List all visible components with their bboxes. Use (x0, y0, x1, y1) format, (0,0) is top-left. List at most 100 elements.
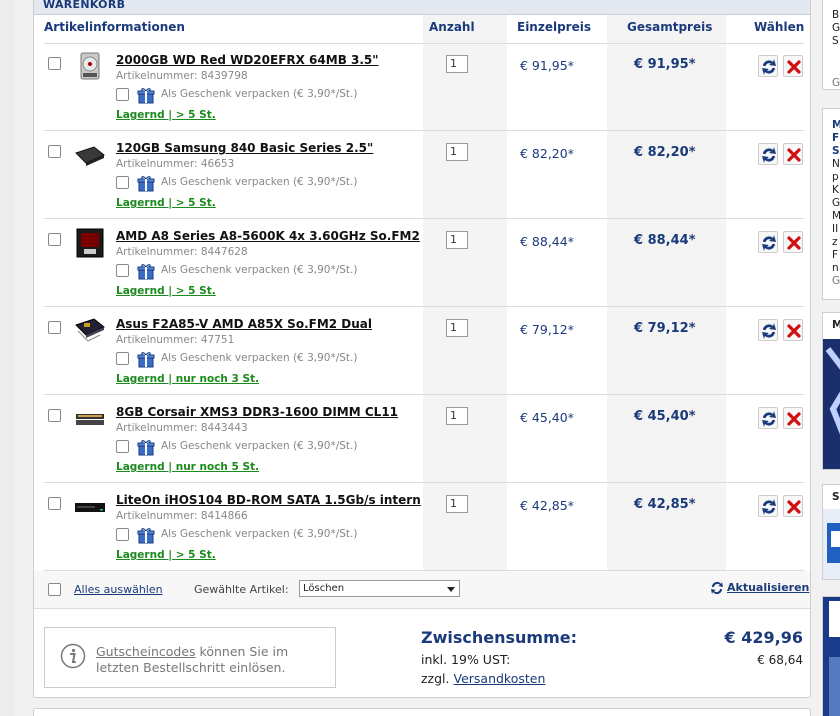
item-select-checkbox[interactable] (48, 145, 61, 158)
gift-icon (137, 174, 155, 196)
sidebar-text: p (832, 171, 839, 183)
total-price: € 79,12* (634, 321, 696, 336)
update-item-button[interactable] (758, 143, 778, 165)
gift-wrap-checkbox[interactable] (116, 176, 129, 189)
quantity-input[interactable]: 1 (446, 407, 468, 425)
sidebar-text: G (832, 275, 840, 287)
voucher-text: Gutscheincodes können Sie im letzten Bes… (96, 644, 289, 675)
voucher-codes-link[interactable]: Gutscheincodes (96, 644, 196, 659)
table-row: 8GB Corsair XMS3 DDR3-1600 DIMM CL11 Art… (44, 395, 804, 483)
cart-footer-bar: Alles auswählen Gewählte Artikel: Lösche… (34, 571, 810, 609)
product-thumbnail[interactable] (74, 403, 106, 435)
stock-status-link[interactable]: Lagernd | nur noch 5 St. (116, 461, 259, 473)
gift-wrap-checkbox[interactable] (116, 352, 129, 365)
select-all-checkbox[interactable] (48, 583, 61, 596)
gift-wrap-checkbox[interactable] (116, 528, 129, 541)
select-all-link[interactable]: Alles auswählen (74, 583, 163, 596)
unit-price: € 82,20* (520, 146, 574, 161)
product-thumbnail[interactable] (74, 491, 106, 523)
gift-wrap-checkbox[interactable] (116, 440, 129, 453)
sidebar-box-5 (822, 596, 840, 716)
item-select-checkbox[interactable] (48, 497, 61, 510)
sidebar-text: K (832, 184, 839, 196)
sidebar-box-2: MFSNpKGMIIzFnG (822, 108, 840, 300)
stock-status-link[interactable]: Lagernd | > 5 St. (116, 197, 216, 209)
update-item-button[interactable] (758, 231, 778, 253)
table-row: AMD A8 Series A8-5600K 4x 3.60GHz So.FM2… (44, 219, 804, 307)
delete-item-button[interactable] (783, 319, 803, 341)
delete-item-button[interactable] (783, 55, 803, 77)
stock-status-link[interactable]: Lagernd | > 5 St. (116, 549, 216, 561)
refresh-icon (759, 408, 777, 430)
quantity-input[interactable]: 1 (446, 143, 468, 161)
vat-label: inkl. 19% UST: (421, 652, 511, 667)
bulk-action-select[interactable]: Löschen (299, 580, 460, 597)
stock-status-link[interactable]: Lagernd | > 5 St. (116, 285, 216, 297)
col-header-qty: Anzahl (429, 20, 475, 34)
quantity-input[interactable]: 1 (446, 319, 468, 337)
promo-image (823, 339, 840, 469)
total-price: € 42,85* (634, 497, 696, 512)
article-number: Artikelnummer: 8443443 (116, 422, 248, 434)
sidebar-text: G (832, 197, 840, 209)
promo-image (823, 509, 840, 579)
gift-wrap-label: Als Geschenk verpacken (€ 3,90*/St.) (161, 440, 358, 452)
table-row: 2000GB WD Red WD20EFRX 64MB 3.5" Artikel… (44, 43, 804, 131)
gift-icon (137, 526, 155, 548)
update-item-button[interactable] (758, 55, 778, 77)
item-select-checkbox[interactable] (48, 321, 61, 334)
product-thumbnail[interactable] (74, 51, 106, 83)
item-select-checkbox[interactable] (48, 57, 61, 70)
refresh-icon (759, 232, 777, 254)
shipping-line: zzgl. Versandkosten (421, 671, 546, 686)
info-icon (60, 643, 86, 669)
update-item-button[interactable] (758, 495, 778, 517)
col-header-info: Artikelinformationen (44, 20, 185, 34)
update-item-button[interactable] (758, 407, 778, 429)
table-header: Artikelinformationen Anzahl Einzelpreis … (34, 15, 810, 43)
chosen-items-label: Gewählte Artikel: (194, 583, 289, 596)
item-select-checkbox[interactable] (48, 409, 61, 422)
voucher-hint-box: Gutscheincodes können Sie im letzten Bes… (44, 627, 336, 688)
col-header-unit: Einzelpreis (517, 20, 591, 34)
update-cart-button[interactable]: Aktualisieren (710, 580, 809, 600)
update-item-button[interactable] (758, 319, 778, 341)
product-name-link[interactable]: 120GB Samsung 840 Basic Series 2.5" (116, 141, 373, 155)
sidebar-text: F (832, 249, 839, 261)
product-thumbnail[interactable] (74, 139, 106, 171)
stock-status-link[interactable]: Lagernd | nur noch 3 St. (116, 373, 259, 385)
delete-item-button[interactable] (783, 231, 803, 253)
article-number: Artikelnummer: 8414866 (116, 510, 248, 522)
refresh-icon (759, 320, 777, 342)
gift-wrap-checkbox[interactable] (116, 264, 129, 277)
gift-wrap-label: Als Geschenk verpacken (€ 3,90*/St.) (161, 176, 358, 188)
sidebar-text: F (832, 132, 840, 144)
unit-price: € 91,95* (520, 58, 574, 73)
gift-wrap-label: Als Geschenk verpacken (€ 3,90*/St.) (161, 264, 358, 276)
gift-wrap-label: Als Geschenk verpacken (€ 3,90*/St.) (161, 352, 358, 364)
product-name-link[interactable]: Asus F2A85-V AMD A85X So.FM2 Dual (116, 317, 372, 331)
delete-item-button[interactable] (783, 495, 803, 517)
gift-icon (137, 262, 155, 284)
quantity-input[interactable]: 1 (446, 55, 468, 73)
quantity-input[interactable]: 1 (446, 231, 468, 249)
item-select-checkbox[interactable] (48, 233, 61, 246)
shipping-costs-link[interactable]: Versandkosten (453, 671, 545, 686)
gift-wrap-checkbox[interactable] (116, 88, 129, 101)
product-thumbnail[interactable] (74, 227, 106, 259)
total-price: € 45,40* (634, 409, 696, 424)
stock-status-link[interactable]: Lagernd | > 5 St. (116, 109, 216, 121)
page-left-edge (0, 0, 14, 716)
sidebar-box-4: S (822, 484, 840, 580)
quantity-input[interactable]: 1 (446, 495, 468, 513)
product-name-link[interactable]: 2000GB WD Red WD20EFRX 64MB 3.5" (116, 53, 379, 67)
product-name-link[interactable]: 8GB Corsair XMS3 DDR3-1600 DIMM CL11 (116, 405, 398, 419)
product-name-link[interactable]: LiteOn iHOS104 BD-ROM SATA 1.5Gb/s inter… (116, 493, 421, 507)
delete-item-button[interactable] (783, 143, 803, 165)
delete-item-button[interactable] (783, 407, 803, 429)
product-thumbnail[interactable] (74, 315, 106, 347)
total-price: € 88,44* (634, 233, 696, 248)
sidebar-text: N (832, 158, 840, 170)
product-name-link[interactable]: AMD A8 Series A8-5600K 4x 3.60GHz So.FM2 (116, 229, 420, 243)
unit-price: € 45,40* (520, 410, 574, 425)
